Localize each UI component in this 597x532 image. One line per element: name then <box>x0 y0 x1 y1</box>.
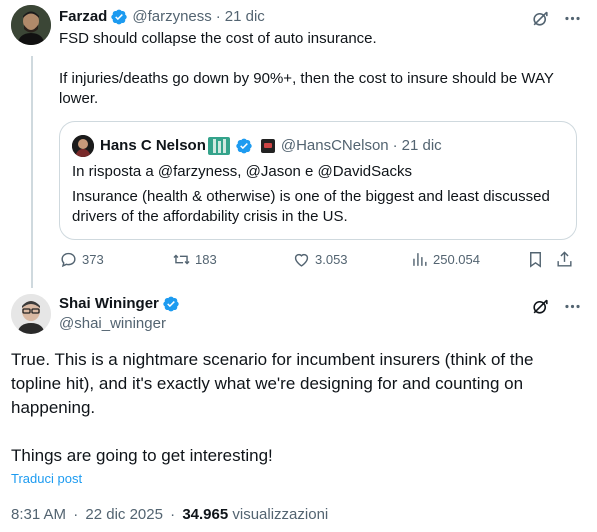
verified-badge-icon[interactable] <box>235 137 253 155</box>
reply-count: 373 <box>82 252 104 267</box>
repost-button[interactable]: 183 <box>172 250 217 269</box>
quoted-post-date[interactable]: 21 dic <box>402 136 442 156</box>
post-full-date[interactable]: 22 dic 2025 <box>85 506 163 523</box>
main-post-text-paragraph-1: True. This is a nightmare scenario for i… <box>11 350 534 417</box>
post-text-line-1: FSD should collapse the cost of auto ins… <box>59 30 377 47</box>
quoted-reply-context[interactable]: In risposta a @farzyness, @Jason e @Davi… <box>72 162 572 182</box>
farzad-avatar[interactable] <box>11 5 51 45</box>
author-handle[interactable]: @shai_wininger <box>59 314 166 334</box>
post-time[interactable]: 8:31 AM <box>11 506 66 523</box>
quoted-post-text: Insurance (health & otherwise) is one of… <box>72 188 550 225</box>
quoted-post[interactable]: Hans C Nelson @HansCNelson · 21 dic In r… <box>59 121 577 240</box>
author-handle[interactable]: @farzyness <box>132 7 211 27</box>
parent-post-header: Farzad @farzyness · 21 dic <box>59 7 265 27</box>
repost-count: 183 <box>195 252 217 267</box>
translate-post-link[interactable]: Traduci post <box>11 471 82 487</box>
like-button[interactable]: 3.053 <box>292 250 348 269</box>
separator-dot: · <box>170 506 176 523</box>
main-post-top-actions <box>530 296 582 316</box>
grok-icon[interactable] <box>530 296 550 316</box>
views-count: 34.965 <box>182 506 229 523</box>
grok-icon[interactable] <box>530 8 550 28</box>
verified-badge-icon[interactable] <box>110 8 128 26</box>
separator-dot: · <box>73 506 79 523</box>
verified-badge-icon[interactable] <box>162 295 180 313</box>
affiliate-badge-icon[interactable] <box>260 139 275 153</box>
reply-button[interactable]: 373 <box>59 250 104 269</box>
more-icon[interactable] <box>562 8 582 28</box>
views-count: 250.054 <box>433 252 480 267</box>
post-date[interactable]: 21 dic <box>225 7 265 27</box>
author-name[interactable]: Farzad <box>59 7 107 27</box>
separator-dot: · <box>215 8 221 25</box>
separator-dot: · <box>392 137 398 154</box>
author-name[interactable]: Shai Wininger <box>59 294 159 314</box>
post-metadata: 8:31 AM · 22 dic 2025 · 34.965 visualizz… <box>11 505 328 525</box>
hans-nelson-avatar[interactable] <box>72 135 94 157</box>
thread-connector-line <box>31 56 33 288</box>
more-icon[interactable] <box>562 296 582 316</box>
quoted-author-handle[interactable]: @HansCNelson <box>281 136 389 156</box>
quoted-author-name[interactable]: Hans C Nelson <box>100 136 206 156</box>
main-post-header: Shai Wininger <box>59 294 184 314</box>
views-label: visualizzazioni <box>232 506 329 523</box>
main-post-text-paragraph-2: Things are going to get interesting! <box>11 446 273 465</box>
share-icon[interactable] <box>555 250 578 269</box>
bookmark-icon[interactable] <box>526 250 549 269</box>
statue-of-liberty-icon <box>207 137 230 155</box>
like-count: 3.053 <box>315 252 348 267</box>
parent-post[interactable]: Farzad @farzyness · 21 dic FSD should co… <box>0 0 597 288</box>
post-text-paragraph-2: If injuries/deaths go down by 90%+, then… <box>59 70 554 107</box>
quoted-post-header: Hans C Nelson @HansCNelson · 21 dic <box>72 135 442 157</box>
parent-post-top-actions <box>530 8 582 28</box>
shai-wininger-avatar[interactable] <box>11 294 51 334</box>
views-button[interactable]: 250.054 <box>410 250 480 269</box>
parent-post-action-bar: 373 183 3.053 250.054 <box>59 250 579 272</box>
